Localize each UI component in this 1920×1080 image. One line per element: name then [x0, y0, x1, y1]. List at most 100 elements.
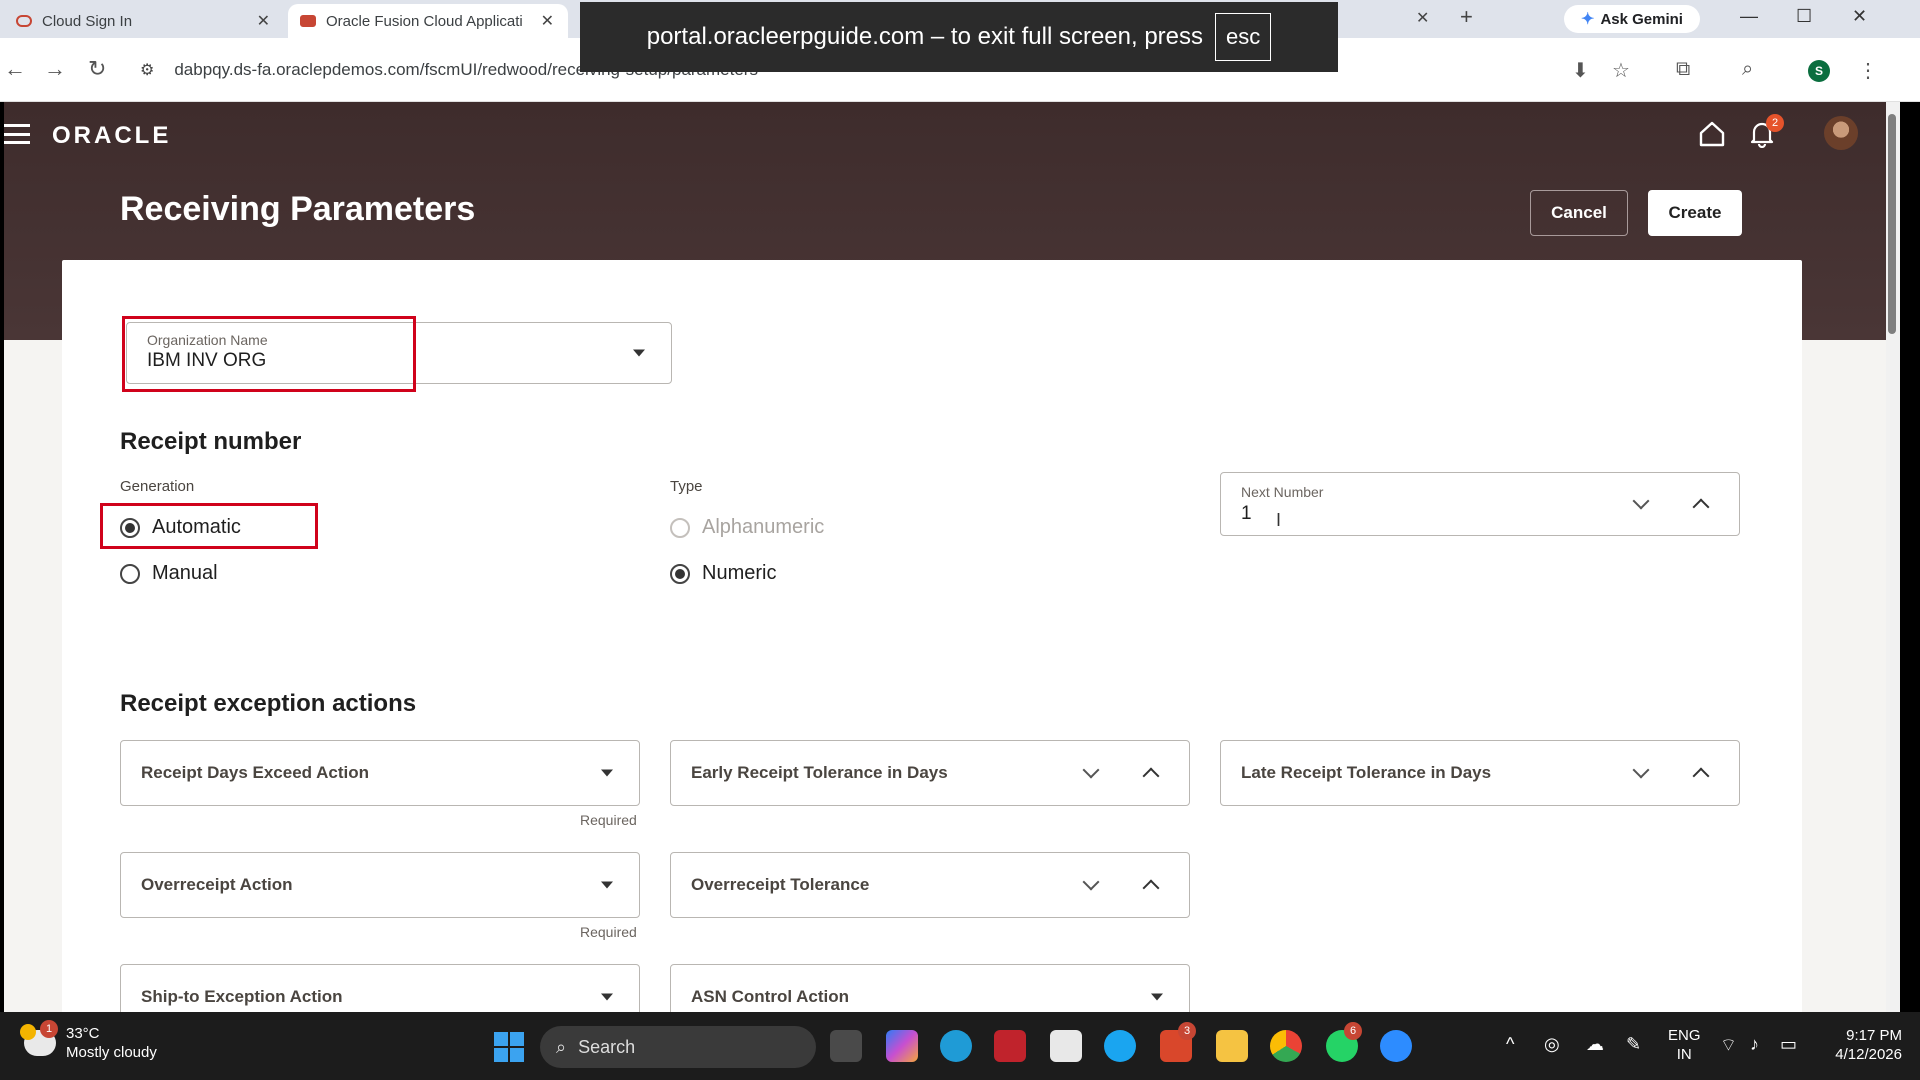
overreceipt-tolerance-input[interactable]: Overreceipt Tolerance	[670, 852, 1190, 918]
onedrive-icon[interactable]: ☁	[1586, 1034, 1604, 1055]
forward-icon[interactable]: →	[44, 56, 66, 82]
browser-tab-cloud-sign-in[interactable]: Cloud Sign In ✕	[4, 4, 284, 38]
receipt-number-heading: Receipt number	[120, 428, 302, 455]
late-receipt-tolerance-input[interactable]: Late Receipt Tolerance in Days	[1220, 740, 1740, 806]
dropdown-caret-icon[interactable]	[601, 769, 613, 777]
browser-tab-oracle-fusion[interactable]: Oracle Fusion Cloud Applicati ✕	[288, 4, 568, 38]
decrement-chevron-icon[interactable]	[1082, 761, 1100, 779]
user-avatar[interactable]	[1824, 116, 1858, 150]
ship-to-exception-action-select[interactable]: Ship-to Exception Action	[120, 964, 640, 1012]
sync-icon[interactable]: ◎	[1544, 1034, 1560, 1055]
fullscreen-notice-text: portal.oracleerpguide.com – to exit full…	[646, 23, 1204, 50]
radio-disabled-icon	[670, 517, 690, 538]
esc-key-badge: esc	[1215, 13, 1272, 61]
pen-icon[interactable]: ✎	[1626, 1034, 1641, 1055]
asn-control-action-select[interactable]: ASN Control Action	[670, 964, 1190, 1012]
next-number-input[interactable]: Next Number 1	[1220, 472, 1740, 536]
windows-start-icon[interactable]	[494, 1032, 524, 1062]
search-label: Search	[578, 1036, 636, 1057]
next-number-value[interactable]: 1	[1241, 503, 1252, 525]
next-number-label: Next Number	[1241, 484, 1324, 500]
whatsapp-badge: 6	[1344, 1022, 1362, 1040]
region-code: IN	[1676, 1046, 1692, 1063]
oracle-favicon-icon	[16, 15, 32, 27]
profile-avatar[interactable]: S	[1808, 60, 1830, 82]
dropdown-caret-icon[interactable]	[1151, 993, 1163, 1001]
show-hidden-icons-icon[interactable]: ^	[1506, 1034, 1514, 1055]
required-hint: Required	[580, 812, 637, 828]
cancel-button[interactable]: Cancel	[1530, 190, 1628, 236]
copilot-icon[interactable]	[886, 1030, 918, 1062]
language-indicator[interactable]: ENG IN	[1668, 1026, 1701, 1064]
radio-manual[interactable]: Manual	[120, 562, 218, 585]
decrement-chevron-icon[interactable]	[1632, 761, 1650, 779]
bookmark-star-icon[interactable]: ☆	[1612, 58, 1630, 83]
increment-chevron-icon[interactable]	[1142, 767, 1160, 785]
temperature: 33°C	[66, 1025, 100, 1042]
receipt-days-exceed-action-label: Receipt Days Exceed Action	[141, 763, 370, 782]
early-receipt-tolerance-label: Early Receipt Tolerance in Days	[691, 763, 948, 782]
increment-chevron-icon[interactable]	[1142, 879, 1160, 897]
minimize-icon[interactable]: —	[1740, 6, 1758, 27]
chrome-icon[interactable]	[1270, 1030, 1302, 1062]
weather-alert-badge: 1	[40, 1020, 58, 1038]
task-view-icon[interactable]	[830, 1030, 862, 1062]
radio-numeric[interactable]: Numeric	[670, 562, 776, 585]
radio-unselected-icon[interactable]	[120, 563, 140, 584]
generation-label: Generation	[120, 478, 195, 495]
receipt-days-exceed-action-select[interactable]: Receipt Days Exceed Action	[120, 740, 640, 806]
home-icon[interactable]	[1698, 120, 1726, 148]
overreceipt-action-select[interactable]: Overreceipt Action	[120, 852, 640, 918]
taskbar-search[interactable]: ⌕ Search	[540, 1026, 816, 1068]
oracle-logo[interactable]: ORACLE	[52, 122, 171, 150]
browser-menu-icon[interactable]: ⋮	[1858, 58, 1878, 83]
page-scrollbar[interactable]	[1886, 102, 1900, 1012]
zoom-icon[interactable]	[1380, 1030, 1412, 1062]
site-info-icon[interactable]: ⚙	[140, 60, 154, 80]
overreceipt-tolerance-label: Overreceipt Tolerance	[691, 875, 870, 894]
microsoft-store-icon[interactable]	[1050, 1030, 1082, 1062]
create-button[interactable]: Create	[1648, 190, 1742, 236]
radio-alphanumeric: Alphanumeric	[670, 516, 824, 539]
required-hint: Required	[580, 924, 637, 940]
system-clock[interactable]: 9:17 PM 4/12/2026	[1820, 1026, 1902, 1064]
fullscreen-notice: portal.oracleerpguide.com – to exit full…	[580, 2, 1338, 72]
extensions-icon[interactable]: ⧉	[1676, 58, 1690, 81]
decrement-chevron-icon[interactable]	[1632, 492, 1650, 510]
new-tab-icon[interactable]: +	[1460, 4, 1473, 30]
battery-icon[interactable]: ▭	[1780, 1034, 1797, 1055]
highlight-box	[100, 503, 318, 549]
mcafee-icon[interactable]	[994, 1030, 1026, 1062]
increment-chevron-icon[interactable]	[1692, 767, 1710, 785]
maximize-icon[interactable]: ☐	[1796, 6, 1812, 27]
windows-taskbar: 33°C Mostly cloudy 1 ⌕ Search 3 6 ^ ◎ ☁ …	[0, 1012, 1920, 1080]
scrollbar-thumb[interactable]	[1888, 114, 1896, 334]
increment-chevron-icon[interactable]	[1692, 498, 1710, 516]
wifi-icon[interactable]: ⌔	[1720, 1034, 1737, 1057]
cortana-icon[interactable]	[1104, 1030, 1136, 1062]
install-app-icon[interactable]: ⬇	[1572, 58, 1589, 83]
dropdown-caret-icon[interactable]	[601, 993, 613, 1001]
highlight-box	[122, 316, 416, 392]
dropdown-caret-icon[interactable]	[633, 349, 645, 357]
close-tab-icon[interactable]: ✕	[257, 11, 270, 31]
form-card: Organization Name IBM INV ORG Receipt nu…	[62, 260, 1802, 1012]
back-icon[interactable]: ←	[4, 56, 26, 82]
dropdown-caret-icon[interactable]	[601, 881, 613, 889]
ask-gemini-button[interactable]: ✦ Ask Gemini	[1564, 5, 1700, 33]
hamburger-menu-icon[interactable]	[4, 124, 30, 144]
close-tab-icon[interactable]: ✕	[1416, 8, 1429, 28]
weather-condition: Mostly cloudy	[66, 1044, 157, 1061]
reload-icon[interactable]: ↻	[88, 56, 106, 82]
clock-date: 4/12/2026	[1835, 1046, 1902, 1063]
file-explorer-icon[interactable]	[1216, 1030, 1248, 1062]
close-window-icon[interactable]: ✕	[1852, 6, 1867, 27]
close-tab-icon[interactable]: ✕	[541, 11, 554, 31]
edge-browser-icon[interactable]	[940, 1030, 972, 1062]
radio-selected-icon[interactable]	[670, 563, 690, 584]
early-receipt-tolerance-input[interactable]: Early Receipt Tolerance in Days	[670, 740, 1190, 806]
decrement-chevron-icon[interactable]	[1082, 873, 1100, 891]
tab-search-icon[interactable]: ⌕	[1742, 58, 1753, 81]
oracle-favicon-icon	[300, 15, 316, 27]
volume-icon[interactable]: ♪	[1750, 1034, 1759, 1055]
